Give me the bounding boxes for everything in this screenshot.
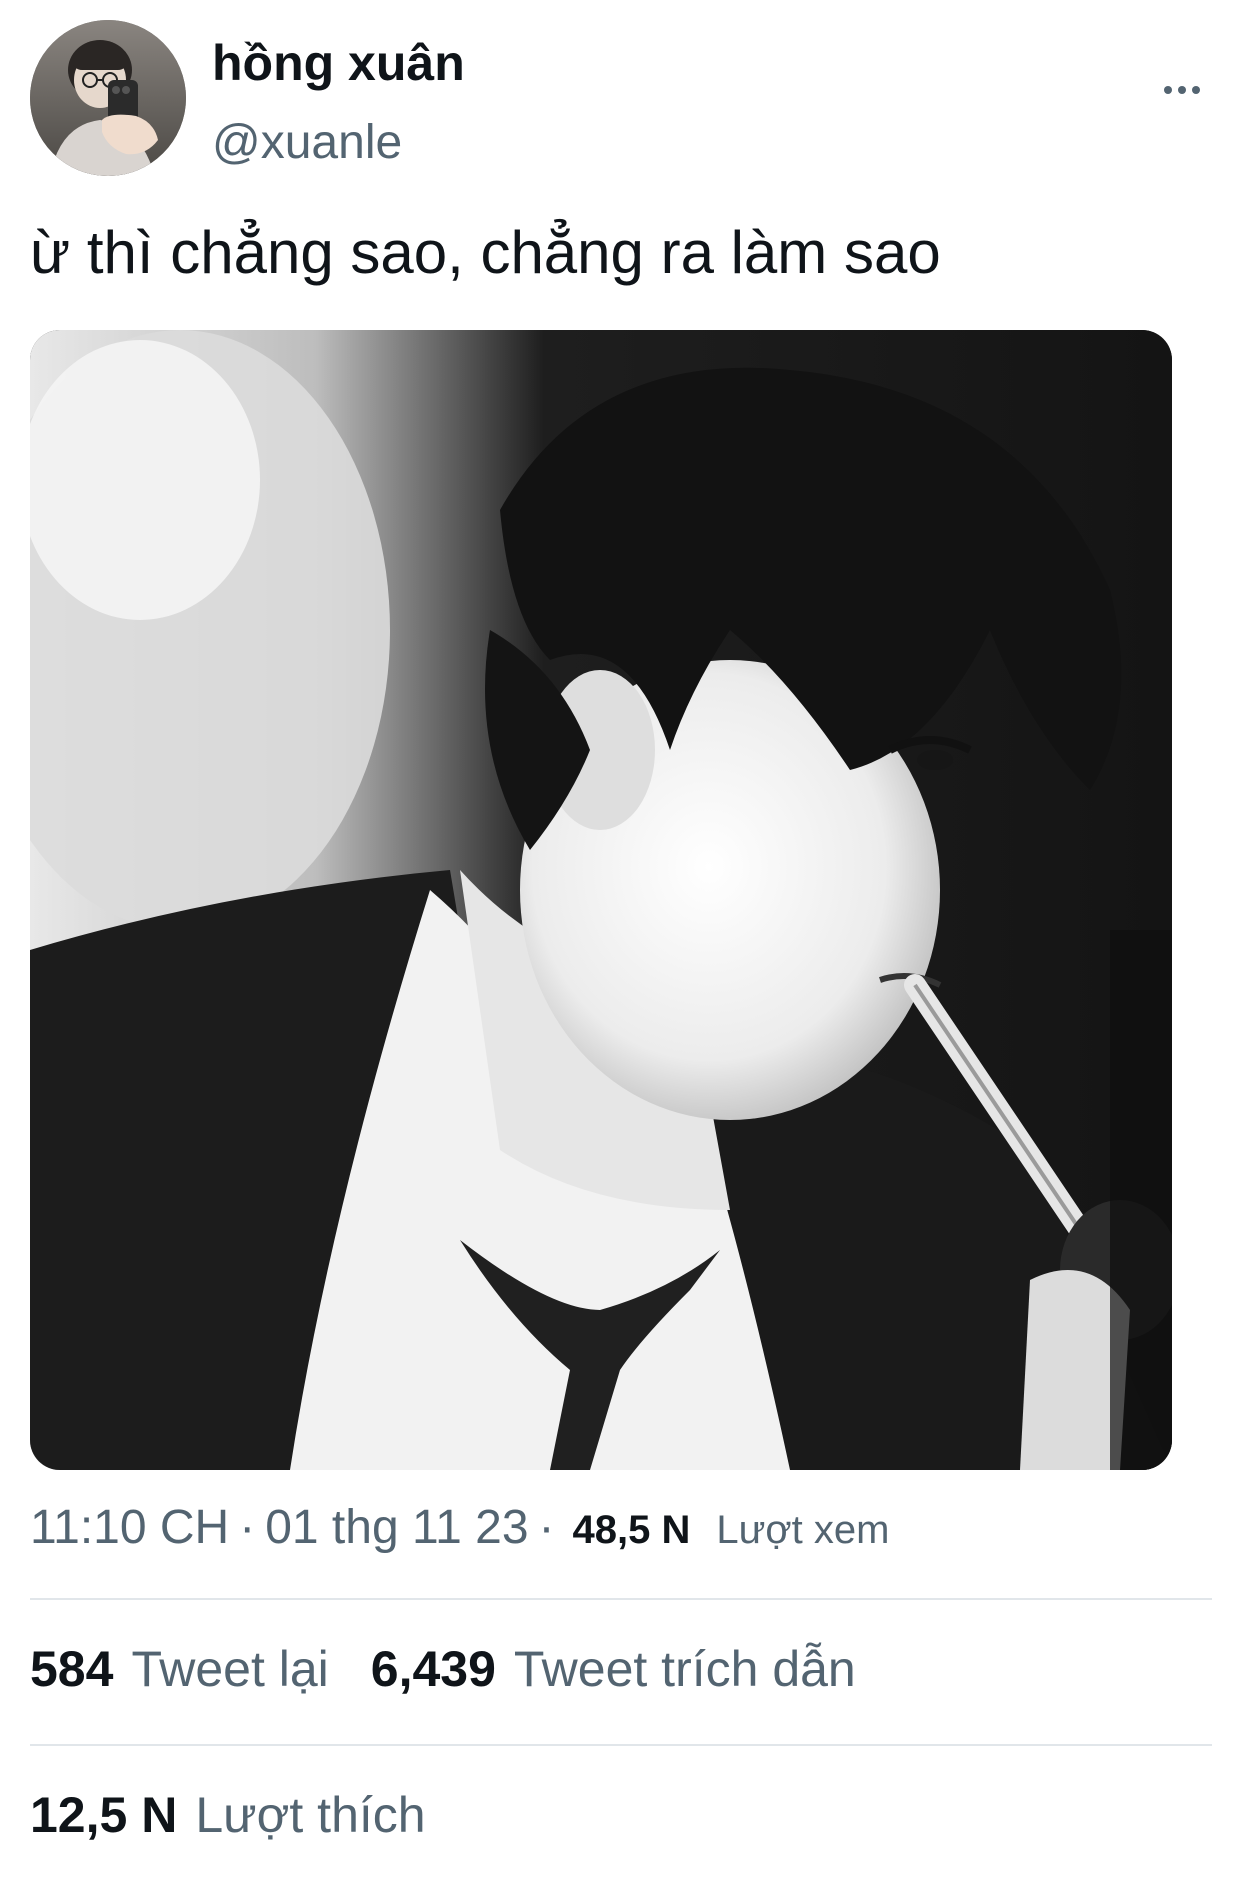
stats-row-retweets: 584 Tweet lại 6,439 Tweet trích dẫn (30, 1640, 898, 1698)
retweets-label: Tweet lại (131, 1641, 329, 1697)
tweet-header: hồng xuân @xuanle (30, 20, 1212, 178)
author-display-name[interactable]: hồng xuân (212, 32, 465, 94)
photo-image (30, 330, 1172, 1470)
more-horizontal-icon (1164, 86, 1172, 94)
quotes-stat[interactable]: 6,439 Tweet trích dẫn (371, 1640, 856, 1698)
retweets-count: 584 (30, 1641, 114, 1697)
tweet-time[interactable]: 11:10 CH (30, 1500, 229, 1555)
author-info: hồng xuân @xuanle (212, 32, 465, 174)
divider (30, 1744, 1212, 1746)
likes-label: Lượt thích (195, 1787, 426, 1843)
tweet-detail: hồng xuân @xuanle ừ thì chẳng sao, chẳng… (0, 0, 1242, 1884)
likes-count: 12,5 N (30, 1787, 178, 1843)
more-dot (1178, 86, 1186, 94)
author-avatar[interactable] (30, 20, 186, 176)
quotes-label: Tweet trích dẫn (513, 1641, 856, 1697)
tweet-text: ừ thì chẳng sao, chẳng ra làm sao (30, 219, 941, 286)
more-options-button[interactable] (1152, 60, 1212, 120)
tweet-meta: 11:10 CH · 01 thg 11 23 · 48,5 N Lượt xe… (30, 1500, 889, 1570)
quotes-count: 6,439 (370, 1641, 496, 1697)
meta-separator: · (239, 1501, 256, 1554)
divider (30, 1598, 1212, 1600)
more-dot (1192, 86, 1200, 94)
views-count: 48,5 N (572, 1508, 691, 1552)
meta-separator: · (538, 1501, 555, 1554)
retweets-stat[interactable]: 584 Tweet lại (30, 1640, 329, 1698)
tweet-media-photo[interactable] (30, 330, 1172, 1470)
tweet-date[interactable]: 01 thg 11 23 (265, 1500, 528, 1555)
stats-row-likes: 12,5 N Lượt thích (30, 1786, 468, 1844)
avatar-photo-icon (30, 20, 186, 176)
views-label: Lượt xem (716, 1508, 890, 1552)
likes-stat[interactable]: 12,5 N Lượt thích (30, 1786, 426, 1844)
author-handle[interactable]: @xuanle (212, 112, 465, 174)
